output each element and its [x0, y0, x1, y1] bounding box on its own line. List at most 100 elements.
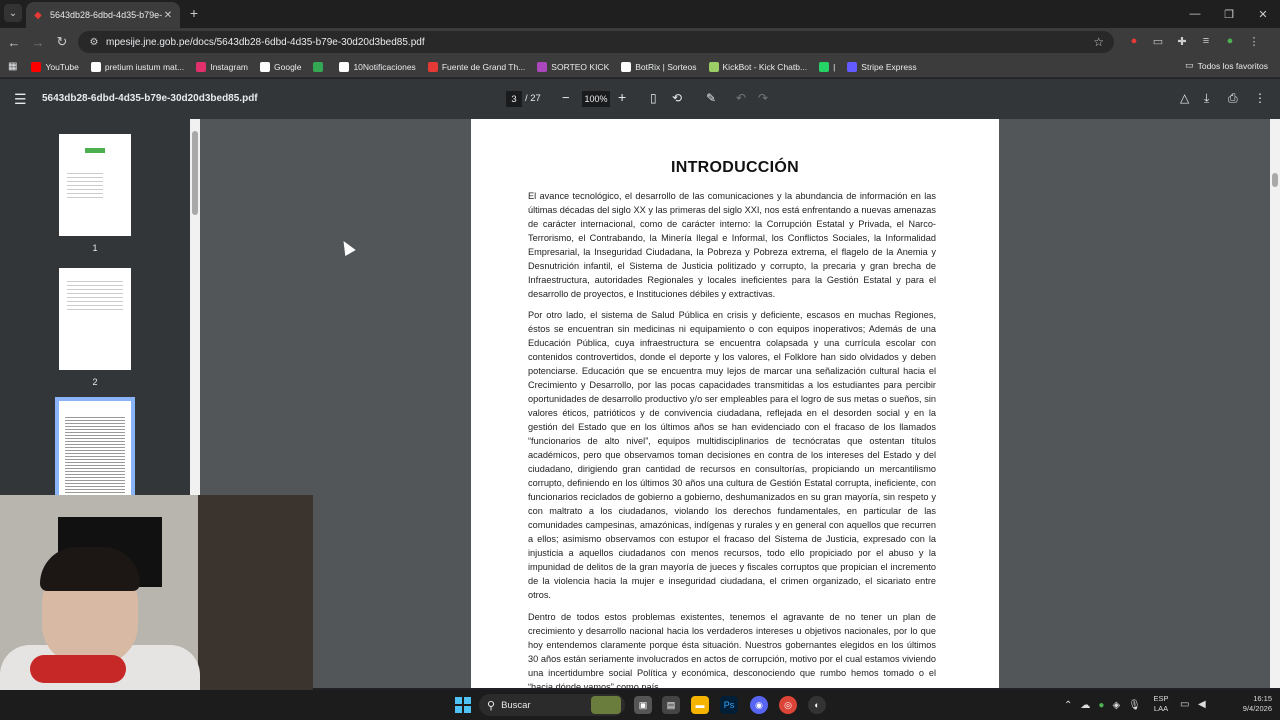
download-icon[interactable]: ⤓ — [1204, 91, 1209, 106]
bookmark-label: BotRix | Sorteos — [635, 61, 697, 72]
fit-page-icon[interactable]: ▯ — [650, 91, 657, 105]
windows-start-icon[interactable] — [455, 697, 471, 713]
close-window-icon[interactable]: ✕ — [1246, 0, 1280, 28]
forward-icon[interactable]: → — [30, 34, 46, 50]
app-icon[interactable]: ▤ — [662, 696, 680, 714]
webcam-wardrobe — [198, 495, 313, 690]
page-number-input[interactable]: 3 — [506, 91, 522, 107]
viewer-scroll-thumb[interactable] — [1272, 173, 1278, 187]
zoom-out-icon[interactable]: − — [562, 90, 570, 105]
bookmarks-list: YouTube pretium iustum mat... Instagram Goo… — [31, 61, 928, 72]
extension-card-icon[interactable]: ▭ — [1150, 33, 1166, 49]
all-bookmarks-label: Todos los favoritos — [1197, 60, 1268, 71]
all-bookmarks[interactable]: ▭ Todos los favoritos — [1185, 60, 1268, 71]
minimize-icon[interactable]: — — [1178, 0, 1212, 28]
tab-search-icon[interactable]: ⌄ — [4, 4, 22, 22]
back-icon[interactable]: ← — [6, 34, 22, 50]
bookmark-item[interactable]: Instagram — [196, 61, 249, 72]
bookmark-label: Instagram — [210, 61, 249, 72]
page-thumbnail-3[interactable] — [55, 397, 135, 507]
bookmark-star-icon[interactable]: ☆ — [1093, 35, 1104, 49]
rotate-icon[interactable]: ⟲ — [672, 91, 682, 105]
thumb-text — [67, 170, 103, 200]
jne-favicon-icon: ◆ — [34, 9, 42, 21]
photoshop-icon[interactable]: Ps — [720, 696, 738, 714]
bookmark-item[interactable]: Google — [260, 61, 302, 72]
tray-app-icon[interactable]: ☁ — [1080, 700, 1090, 711]
bookmark-label: Stripe Express — [861, 61, 917, 72]
thumb-text — [67, 278, 123, 312]
thumb-text — [65, 415, 125, 501]
discord-icon[interactable]: ◉ — [750, 696, 768, 714]
zoom-in-icon[interactable]: + — [618, 89, 626, 105]
redo-icon[interactable]: ↷ — [758, 91, 768, 105]
tab-pdf[interactable]: ◆ 5643db28-6dbd-4d35-b79e-30 ✕ — [26, 2, 180, 28]
paragraph-1: El avance tecnológico, el desarrollo de … — [528, 191, 936, 299]
reading-list-icon[interactable]: ≡ — [1198, 33, 1214, 49]
language-indicator[interactable]: ESP LAA — [1150, 694, 1172, 714]
extensions-puzzle-icon[interactable]: ✚ — [1174, 33, 1190, 49]
new-tab-icon[interactable]: + — [186, 5, 202, 21]
search-highlight-image — [591, 696, 621, 714]
kick-icon — [537, 61, 548, 72]
bookmark-item[interactable]: | — [819, 61, 835, 72]
drive-icon[interactable]: △ — [1180, 91, 1189, 105]
file-explorer-icon[interactable]: ▬ — [691, 696, 709, 714]
bookmark-item[interactable] — [313, 61, 327, 72]
page-thumbnail-1[interactable] — [59, 134, 131, 236]
thumbnail-label-2: 2 — [92, 377, 98, 387]
paragraph-3: Dentro de todos estos problemas existent… — [528, 612, 936, 688]
bookmark-item[interactable]: pretium iustum mat... — [90, 61, 184, 72]
volume-icon[interactable]: ◀ — [1198, 699, 1206, 710]
sidebar-scrollbar[interactable] — [190, 119, 200, 495]
bookmark-label: Google — [274, 61, 302, 72]
bookmark-item[interactable]: SORTEO KICK — [537, 61, 609, 72]
f-icon — [427, 61, 438, 72]
bookmark-item[interactable]: KickBot - Kick Chatb... — [708, 61, 808, 72]
microphone-icon[interactable]: 🎙 — [1128, 700, 1141, 711]
tray-shield-icon[interactable]: ◈ — [1112, 700, 1120, 711]
address-bar[interactable]: ⚙ mpesije.jne.gob.pe/docs/5643db28-6dbd-… — [78, 31, 1114, 53]
chrome-icon[interactable]: ◎ — [779, 696, 797, 714]
tray-expand-icon[interactable]: ⌃ — [1064, 700, 1072, 711]
task-view-icon[interactable]: ▣ — [634, 696, 652, 714]
reload-icon[interactable]: ↻ — [54, 34, 70, 50]
zoom-input[interactable]: 100% — [582, 91, 610, 107]
extensions-area: ● ▭ ✚ ≡ ● ⋮ — [1126, 33, 1262, 49]
bookmark-item[interactable]: Fuente de Grand Th... — [427, 61, 525, 72]
url-text: mpesije.jne.gob.pe/docs/5643db28-6dbd-4d… — [106, 36, 425, 48]
annotate-icon[interactable]: ✎ — [706, 91, 716, 105]
browser-menu-icon[interactable]: ⋮ — [1246, 33, 1262, 49]
instagram-icon — [196, 61, 207, 72]
print-icon[interactable]: ⎙ — [1228, 91, 1238, 106]
restore-icon[interactable]: ❐ — [1212, 0, 1246, 28]
taskbar-search[interactable]: ⚲ Buscar — [479, 694, 625, 716]
x-icon — [339, 61, 350, 72]
bookmark-label: KickBot - Kick Chatb... — [722, 61, 808, 72]
network-icon[interactable]: ▭ — [1180, 699, 1189, 710]
sidebar-scroll-thumb[interactable] — [192, 131, 198, 215]
more-options-icon[interactable]: ⋮ — [1254, 91, 1266, 105]
bookmark-item[interactable]: 10Notificaciones — [339, 61, 416, 72]
apps-icon[interactable]: ▦ — [8, 61, 17, 72]
bookmark-item[interactable]: YouTube — [31, 61, 79, 72]
profile-avatar-icon[interactable]: ● — [1222, 33, 1238, 49]
sidebar-menu-icon[interactable]: ☰ — [14, 91, 27, 108]
viewer-scrollbar[interactable] — [1270, 119, 1280, 688]
bookmark-item[interactable]: Stripe Express — [847, 61, 917, 72]
search-label: Buscar — [501, 699, 531, 711]
clock-date: 9/4/2026 — [1242, 704, 1272, 713]
undo-icon[interactable]: ↶ — [736, 91, 746, 105]
paragraph-2: Por otro lado, el sistema de Salud Públi… — [528, 310, 936, 600]
clock[interactable]: 16:15 9/4/2026 — [1228, 694, 1272, 714]
obs-icon[interactable]: ◐ — [808, 696, 826, 714]
extension-red-icon[interactable]: ● — [1126, 33, 1142, 49]
site-info-icon[interactable]: ⚙ — [88, 37, 100, 48]
kickbot-icon — [708, 61, 719, 72]
close-tab-icon[interactable]: ✕ — [162, 9, 174, 21]
page-thumbnail-2[interactable] — [59, 268, 131, 370]
lang-layout: LAA — [1153, 704, 1169, 713]
bookmark-label: YouTube — [45, 61, 79, 72]
tray-green-icon[interactable]: ● — [1098, 700, 1104, 711]
bookmark-item[interactable]: BotRix | Sorteos — [621, 61, 697, 72]
